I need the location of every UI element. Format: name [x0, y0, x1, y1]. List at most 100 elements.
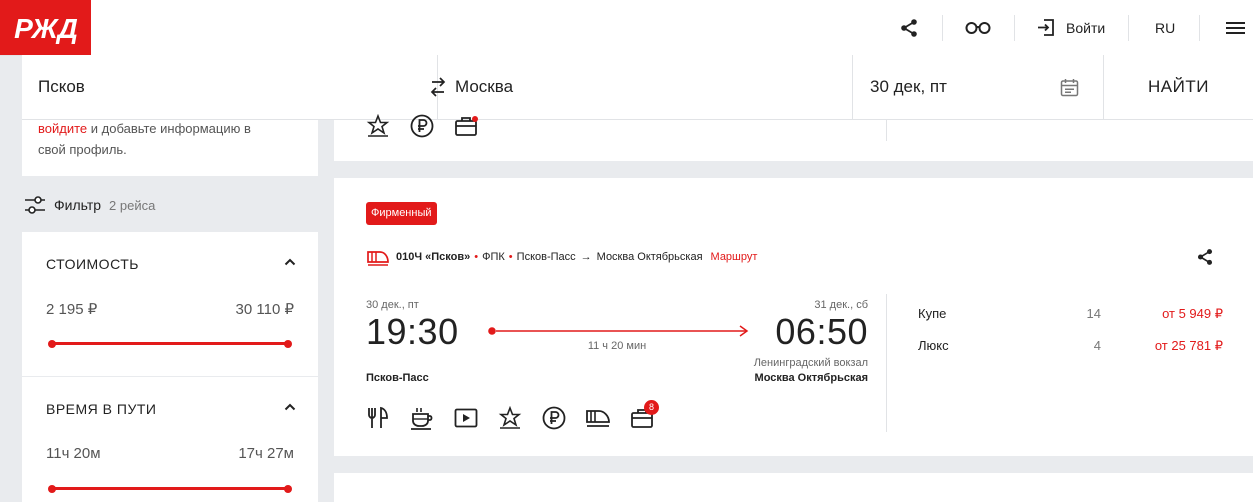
branded-badge: Фирменный	[366, 202, 437, 225]
login-icon	[1038, 19, 1054, 36]
arrival-time: 06:50	[775, 311, 868, 352]
amenity-coffee	[410, 406, 434, 430]
card-divider	[886, 294, 887, 432]
login-prompt-text: войдите и добавьте информацию в свой про…	[38, 118, 308, 160]
notification-badge: 8	[644, 400, 659, 415]
route-link[interactable]: Маршрут	[711, 251, 758, 263]
share-icon	[1197, 249, 1213, 265]
menu-button[interactable]	[1226, 0, 1245, 55]
train-card-next	[334, 473, 1253, 502]
header-divider	[942, 15, 943, 41]
duration-max: 17ч 27м	[238, 445, 294, 462]
swap-button[interactable]	[429, 55, 449, 119]
departure-time: 19:30	[366, 311, 459, 352]
separator-dot: •	[474, 251, 479, 263]
class-name: Люкс	[918, 338, 949, 353]
date-value: 30 дек, пт	[870, 77, 947, 96]
train-route-line: 010Ч «Псков» • ФПК • Псков-Пасс → Москва…	[366, 248, 757, 266]
duration-range-track	[52, 487, 288, 490]
travel-duration: 11 ч 20 мин	[587, 340, 647, 352]
ruble-icon	[542, 406, 566, 430]
glasses-icon	[965, 21, 991, 34]
cost-collapse-button[interactable]	[284, 257, 296, 267]
duration-title: ВРЕМЯ В ПУТИ	[46, 401, 157, 417]
calendar-icon	[1060, 78, 1079, 96]
from-value: Псков	[38, 77, 85, 96]
header-divider	[1128, 15, 1129, 41]
login-prompt-line2: свой профиль.	[38, 142, 127, 157]
duration-max-handle[interactable]	[284, 484, 292, 493]
cost-min-handle[interactable]	[48, 339, 56, 348]
coffee-icon	[411, 408, 433, 430]
journey-arrow	[488, 325, 749, 337]
header-divider	[1014, 15, 1015, 41]
login-prompt-line1: и добавьте информацию в	[87, 121, 251, 136]
train-card[interactable]: Фирменный 010Ч «Псков» • ФПК • Псков-Пас…	[334, 178, 1253, 456]
date-field[interactable]: 30 дек, пт	[870, 55, 1090, 119]
language-selector[interactable]: RU	[1155, 0, 1175, 55]
amenity-ruble	[410, 114, 434, 138]
duration-min: 11ч 20м	[46, 445, 101, 462]
departure-date: 30 дек., пт	[366, 299, 419, 311]
cost-min: 2 195 ₽	[46, 301, 98, 318]
cost-range-track	[52, 342, 288, 345]
amenity-ruble	[542, 406, 566, 430]
class-price: от 25 781 ₽	[1154, 338, 1223, 353]
ruble-icon	[410, 114, 434, 138]
video-icon	[454, 408, 478, 428]
filter-count: 2 рейса	[109, 197, 156, 213]
login-label: Войти	[1066, 19, 1106, 36]
train-express-icon	[586, 410, 610, 427]
amenity-restaurant	[366, 406, 390, 430]
cost-max: 30 110 ₽	[235, 301, 294, 318]
login-button[interactable]: Войти	[1036, 0, 1105, 55]
from-field[interactable]: Псков	[38, 55, 418, 119]
route-to: Москва Октябрьская	[596, 251, 703, 263]
cost-title: СТОИМОСТЬ	[46, 256, 139, 272]
chevron-up-icon	[284, 258, 296, 266]
departure-station: Псков-Пасс	[366, 372, 429, 384]
accessibility-button[interactable]	[965, 0, 991, 55]
notification-dot	[472, 116, 478, 122]
filter-toggle[interactable]: Фильтр 2 рейса	[22, 192, 318, 218]
seats-count: 14	[1086, 306, 1101, 321]
amenity-star	[366, 114, 390, 138]
menu-icon	[1226, 21, 1245, 34]
header-divider	[1199, 15, 1200, 41]
arrival-date: 31 дек., сб	[814, 299, 868, 311]
carrier: ФПК	[482, 251, 505, 263]
journey-line	[488, 325, 750, 337]
seats-count: 4	[1093, 338, 1101, 353]
login-link[interactable]: войдите	[38, 121, 87, 136]
restaurant-icon	[368, 406, 388, 428]
chevron-up-icon	[284, 403, 296, 411]
share-icon	[901, 18, 917, 37]
duration-min-handle[interactable]	[48, 484, 56, 493]
filter-icon	[25, 196, 45, 214]
star-icon	[366, 114, 390, 137]
class-row[interactable]: Люкс 4 от 25 781 ₽	[918, 338, 1223, 356]
svg-text:РЖД: РЖД	[14, 13, 78, 44]
star-icon	[498, 406, 522, 429]
card-divider	[886, 120, 887, 141]
train-number: 010Ч «Псков»	[396, 251, 471, 263]
arrow-right-icon: →	[580, 251, 592, 263]
find-label: НАЙТИ	[1148, 77, 1209, 96]
amenity-video	[454, 406, 478, 430]
class-row[interactable]: Купе 14 от 5 949 ₽	[918, 306, 1223, 324]
separator-dot: •	[508, 251, 513, 263]
swap-icon	[430, 77, 446, 97]
cost-max-handle[interactable]	[284, 339, 292, 348]
to-value: Москва	[455, 77, 514, 96]
login-prompt-card: войдите и добавьте информацию в свой про…	[22, 120, 318, 176]
to-field[interactable]: Москва	[455, 55, 845, 119]
rzd-logo-icon: РЖД	[14, 13, 78, 44]
find-button[interactable]: НАЙТИ	[1104, 55, 1253, 119]
share-train-button[interactable]	[1196, 248, 1214, 266]
calendar-button[interactable]	[1060, 55, 1080, 119]
filter-label: Фильтр	[54, 197, 102, 213]
duration-collapse-button[interactable]	[284, 402, 296, 412]
duration-filter: ВРЕМЯ В ПУТИ 11ч 20м 17ч 27м	[22, 377, 318, 502]
rzd-logo[interactable]: РЖД	[0, 0, 91, 55]
share-button[interactable]	[899, 0, 919, 55]
